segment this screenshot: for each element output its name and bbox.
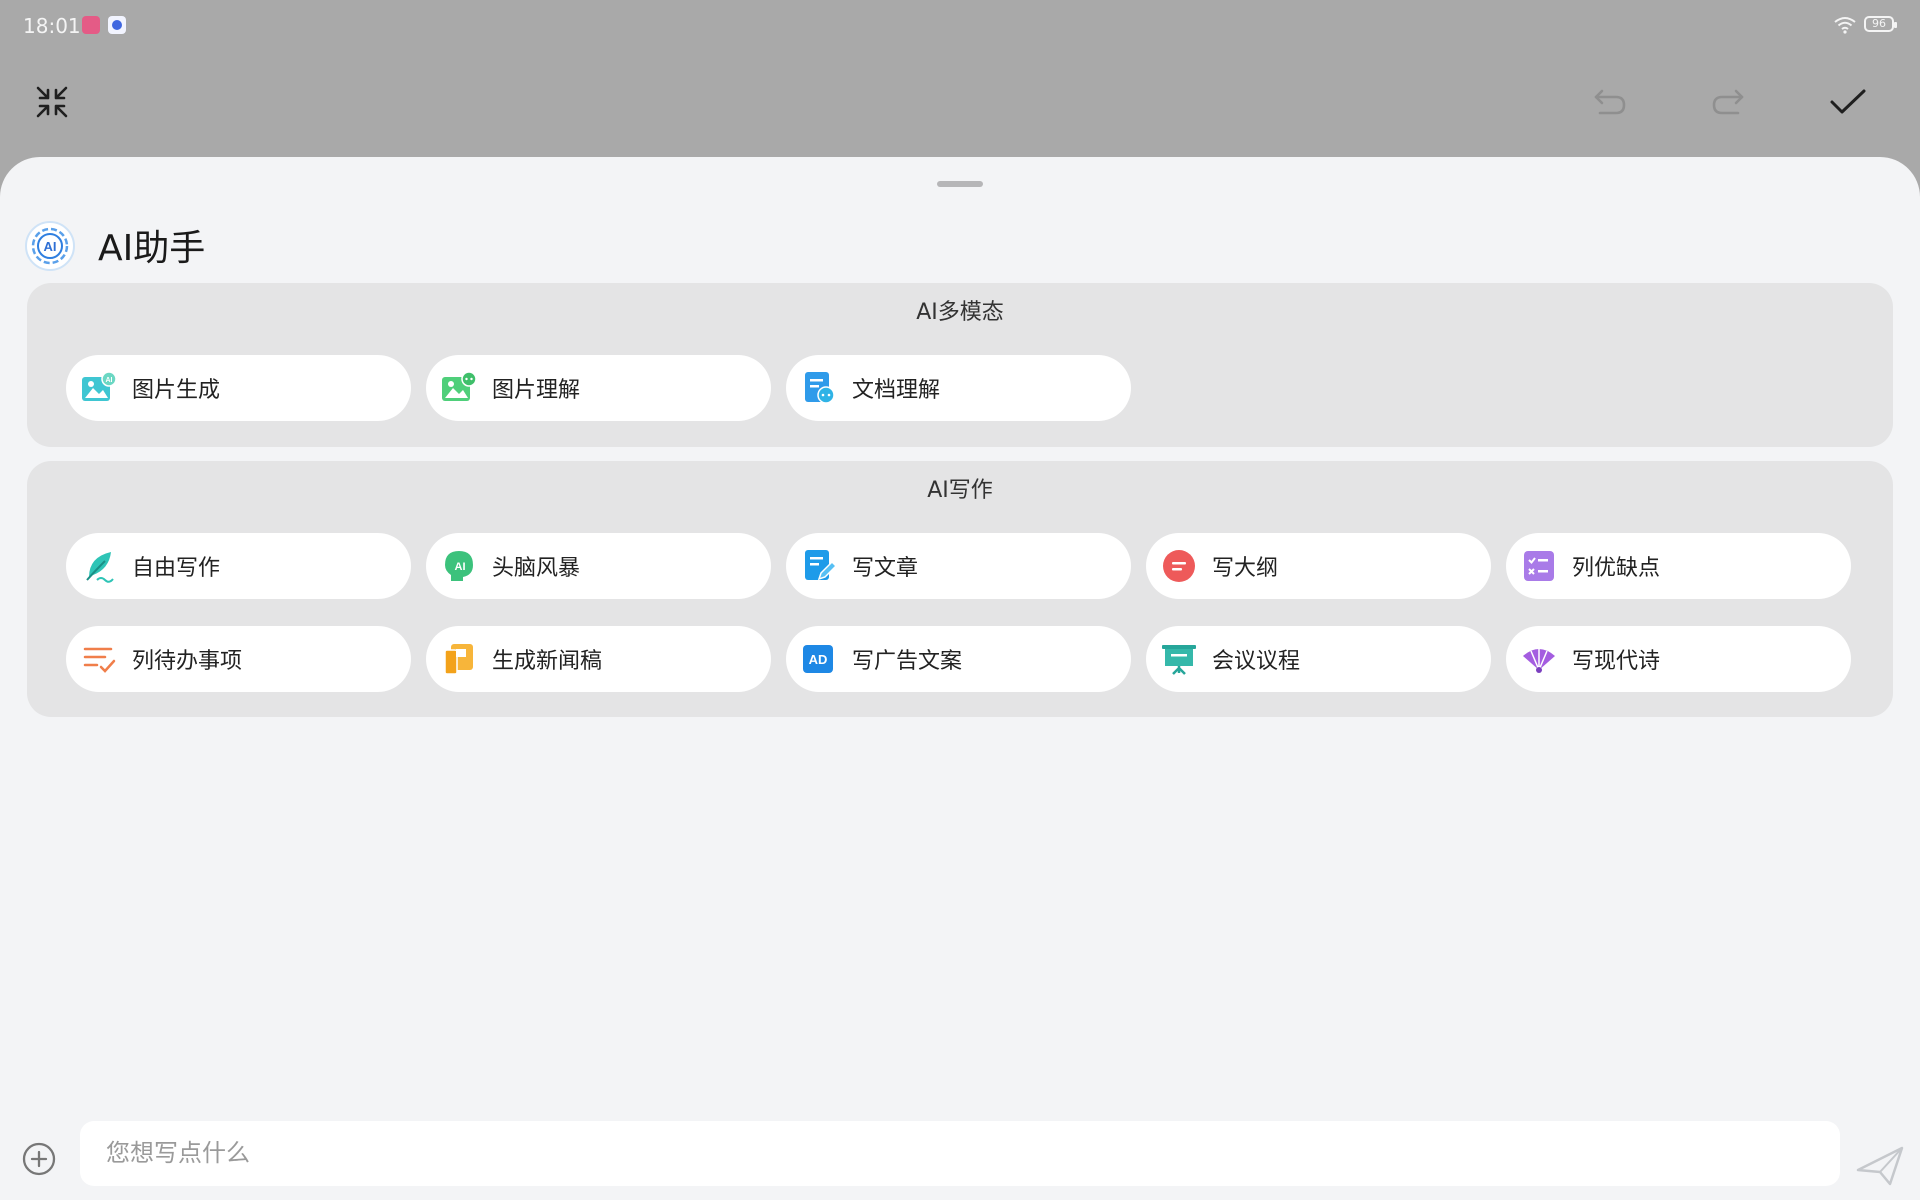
pros-cons-label: 列优缺点 [1572,556,1661,581]
write-article-button[interactable]: 写文章 [786,533,1131,599]
press-release-label: 生成新闻稿 [492,649,603,674]
collapse-icon [36,86,68,118]
free-writing-button[interactable]: 自由写作 [66,533,411,599]
sheet-title: AI助手 [98,228,206,269]
ai-logo-icon: AI [25,221,75,271]
write-article-label: 写文章 [852,556,919,581]
collapse-button[interactable] [26,76,78,128]
status-bar: 18:01 96 [0,0,1920,52]
pros-cons-icon [1521,548,1557,584]
message-input[interactable]: 您想写点什么 [80,1121,1840,1186]
wifi-icon [1834,17,1856,34]
image-generation-label: 图片生成 [132,378,221,403]
write-outline-button[interactable]: 写大纲 [1146,533,1491,599]
redo-icon [1712,89,1744,115]
send-icon[interactable] [1852,1140,1908,1192]
todo-list-button[interactable]: 列待办事项 [66,626,411,692]
writing-section-title: AI写作 [927,478,993,503]
todo-list-label: 列待办事项 [132,649,243,674]
svg-text:AD: AD [809,652,828,667]
check-icon [1830,89,1866,114]
svg-text:AI: AI [455,561,466,573]
brainstorm-button[interactable]: AI 头脑风暴 [426,533,771,599]
article-edit-icon [801,548,837,584]
confirm-button[interactable] [1822,76,1874,128]
multimodal-section-title: AI多模态 [916,300,1004,325]
document-understanding-label: 文档理解 [852,378,941,403]
ad-copy-button[interactable]: AD 写广告文案 [786,626,1131,692]
modern-poem-button[interactable]: 写现代诗 [1506,626,1851,692]
outline-icon [1161,548,1197,584]
image-generation-button[interactable]: AI 图片生成 [66,355,411,421]
meeting-agenda-label: 会议议程 [1212,649,1301,674]
news-icon [441,641,477,677]
fan-icon [1521,641,1557,677]
feather-icon [81,548,117,584]
status-time: 18:01 [23,14,81,38]
undo-icon [1594,89,1626,115]
pros-cons-button[interactable]: 列优缺点 [1506,533,1851,599]
meeting-board-icon [1161,641,1197,677]
notification-app-icon [82,16,100,34]
image-understanding-label: 图片理解 [492,378,581,403]
notification-app-icon-2 [108,16,126,34]
drag-handle[interactable] [937,181,983,187]
ad-icon: AD [801,641,837,677]
free-writing-label: 自由写作 [132,556,221,581]
press-release-button[interactable]: 生成新闻稿 [426,626,771,692]
battery-indicator: 96 [1864,16,1897,32]
document-understand-icon [801,370,837,406]
write-outline-label: 写大纲 [1212,556,1279,581]
svg-text:AI: AI [106,377,113,384]
redo-button[interactable] [1702,76,1754,128]
ad-copy-label: 写广告文案 [852,649,963,674]
ai-writing-card: AI写作 自由写作 AI 头脑风暴 写文章 写大纲 列优缺点 列待办事项 生成新… [27,461,1893,717]
brainstorm-label: 头脑风暴 [492,556,581,581]
modern-poem-label: 写现代诗 [1572,649,1661,674]
add-attachment-button[interactable] [21,1141,57,1177]
image-ai-icon: AI [81,370,117,406]
image-understand-icon [441,370,477,406]
todo-list-icon [81,641,117,677]
undo-button[interactable] [1584,76,1636,128]
document-understanding-button[interactable]: 文档理解 [786,355,1131,421]
image-understanding-button[interactable]: 图片理解 [426,355,771,421]
ai-assistant-sheet: AI AI助手 AI多模态 AI 图片生成 图片理解 文档理解 AI写作 自由写… [0,157,1920,1200]
brain-ai-icon: AI [441,548,477,584]
svg-text:AI: AI [44,239,57,254]
ai-multimodal-card: AI多模态 AI 图片生成 图片理解 文档理解 [27,283,1893,447]
meeting-agenda-button[interactable]: 会议议程 [1146,626,1491,692]
